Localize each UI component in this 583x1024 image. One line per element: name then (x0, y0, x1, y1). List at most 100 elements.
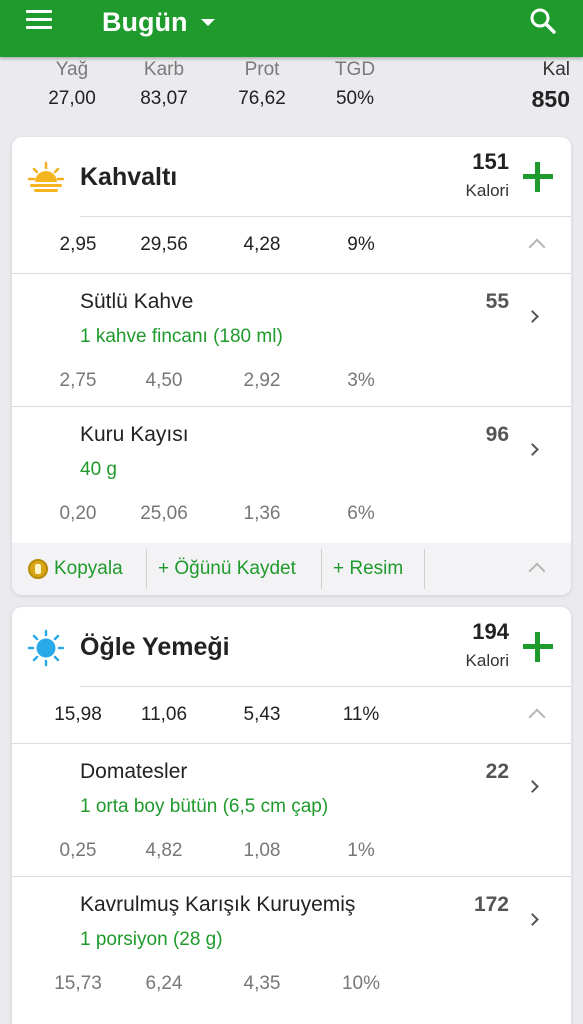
meal-macros[interactable]: 15,98 11,06 5,43 11% (12, 687, 571, 743)
meal-calories-value: 194 (472, 619, 509, 644)
separator (321, 549, 322, 589)
meal-card-lunch: Öğle Yemeği 194 Kalori 15,98 11,06 5,43 … (12, 607, 571, 1024)
food-item[interactable]: Sütlü Kahve 1 kahve fincanı (180 ml) 55 … (12, 274, 571, 407)
macro-carb: 6,24 (145, 973, 183, 994)
meal-header[interactable]: Öğle Yemeği 194 Kalori (12, 607, 571, 687)
food-name: Kuru Kayısı (80, 423, 189, 446)
meal-header[interactable]: Kahvaltı 151 Kalori (12, 137, 571, 217)
macro-prot: 1,08 (243, 840, 281, 861)
food-macros: 0,25 4,82 1,08 1% (12, 831, 571, 871)
macro-prot: 4,28 (243, 234, 281, 255)
meal-name: Öğle Yemeği (80, 633, 230, 661)
macro-carb: 29,56 (140, 234, 188, 255)
save-meal-label: + Öğünü Kaydet (158, 558, 296, 579)
meal-calories: 194 Kalori (466, 619, 509, 671)
date-selector[interactable]: Bugün (102, 2, 216, 42)
macro-carb: 4,50 (145, 370, 183, 391)
food-calories: 96 (485, 423, 509, 446)
macro-prot: 1,36 (243, 503, 281, 524)
copy-button[interactable]: Kopyala (28, 543, 123, 595)
separator (146, 549, 147, 589)
meal-actions-bar: Kopyala + Öğünü Kaydet + Resim (12, 543, 571, 595)
meal-calories-value: 151 (472, 149, 509, 174)
macro-carb: 11,06 (140, 704, 188, 725)
summary-fat: Yağ 27,00 (32, 57, 112, 111)
add-food-button[interactable] (523, 162, 553, 192)
summary-rdi-label: TGD (334, 59, 376, 80)
macro-rdi: 6% (347, 503, 375, 524)
collapse-chevron-icon[interactable] (528, 562, 546, 580)
food-serving: 1 orta boy bütün (6,5 cm çap) (80, 796, 329, 817)
macro-prot: 2,92 (243, 370, 281, 391)
chevron-right-icon (526, 443, 539, 456)
summary-cal-label: Kal (542, 59, 570, 80)
summary-calories: Kal 850 (490, 57, 570, 111)
macro-prot: 4,35 (243, 973, 281, 994)
macro-fat: 0,25 (59, 840, 97, 861)
food-name: Sütlü Kahve (80, 290, 194, 313)
food-macros: 2,75 4,50 2,92 3% (12, 361, 571, 401)
page-title: Bugün (102, 6, 188, 37)
summary-rdi: TGD 50% (315, 57, 395, 111)
meal-card-breakfast: Kahvaltı 151 Kalori 2,95 29,56 4,28 9% S… (12, 137, 571, 595)
food-calories: 22 (485, 760, 509, 783)
collapse-chevron-icon[interactable] (528, 238, 546, 256)
add-photo-button[interactable]: + Resim (333, 543, 403, 595)
save-meal-button[interactable]: + Öğünü Kaydet (158, 543, 296, 595)
food-calories: 172 (473, 893, 509, 916)
macro-fat: 15,73 (54, 973, 102, 994)
macro-rdi: 9% (347, 234, 375, 255)
summary-cal-value: 850 (531, 86, 570, 112)
meal-calories-label: Kalori (465, 181, 509, 200)
copy-label: Kopyala (54, 558, 123, 579)
chevron-right-icon (526, 780, 539, 793)
food-name: Domatesler (80, 760, 188, 783)
food-macros: 0,20 25,06 1,36 6% (12, 494, 571, 534)
food-serving: 40 g (80, 459, 117, 480)
summary-prot-value: 76,62 (238, 88, 286, 109)
caret-down-icon (201, 18, 216, 26)
collapse-chevron-icon[interactable] (528, 708, 546, 726)
macro-rdi: 11% (342, 704, 380, 725)
menu-icon[interactable] (26, 10, 56, 32)
macro-fat: 2,95 (59, 234, 97, 255)
add-food-button[interactable] (523, 632, 553, 662)
macro-carb: 25,06 (140, 503, 188, 524)
separator (424, 549, 425, 589)
food-item[interactable]: Kavrulmuş Karışık Kuruyemiş 1 porsiyon (… (12, 877, 571, 1010)
meal-name: Kahvaltı (80, 163, 178, 191)
chevron-right-icon (526, 913, 539, 926)
add-photo-label: + Resim (333, 558, 404, 579)
macro-prot: 5,43 (243, 704, 281, 725)
coin-icon (28, 559, 48, 579)
food-macros: 15,73 6,24 4,35 10% (12, 964, 571, 1004)
food-item[interactable]: Kuru Kayısı 40 g 96 0,20 25,06 1,36 6% (12, 407, 571, 540)
summary-fat-label: Yağ (55, 59, 89, 80)
food-serving: 1 kahve fincanı (180 ml) (80, 326, 283, 347)
macro-fat: 15,98 (54, 704, 102, 725)
food-item[interactable]: Domatesler 1 orta boy bütün (6,5 cm çap)… (12, 744, 571, 877)
summary-rdi-value: 50% (335, 88, 375, 109)
chevron-right-icon (526, 310, 539, 323)
summary-carb: Karb 83,07 (124, 57, 204, 111)
summary-fat-value: 27,00 (48, 88, 96, 109)
macro-rdi: 3% (347, 370, 375, 391)
food-name: Kavrulmuş Karışık Kuruyemiş (80, 893, 356, 916)
macro-fat: 0,20 (59, 503, 97, 524)
macro-carb: 4,82 (145, 840, 183, 861)
food-serving: 1 porsiyon (28 g) (80, 929, 223, 950)
sunrise-icon (27, 159, 65, 197)
summary-carb-label: Karb (143, 59, 185, 80)
summary-prot: Prot 76,62 (222, 57, 302, 111)
sun-icon (27, 629, 65, 667)
meal-macros[interactable]: 2,95 29,56 4,28 9% (12, 217, 571, 273)
macro-rdi: 10% (341, 973, 381, 994)
meal-calories: 151 Kalori (466, 149, 509, 201)
summary-prot-label: Prot (244, 59, 280, 80)
app-bar: Bugün (0, 0, 583, 57)
summary-carb-value: 83,07 (140, 88, 188, 109)
search-icon[interactable] (527, 5, 559, 37)
meal-calories-label: Kalori (465, 651, 509, 670)
macro-fat: 2,75 (59, 370, 97, 391)
macro-rdi: 1% (347, 840, 375, 861)
